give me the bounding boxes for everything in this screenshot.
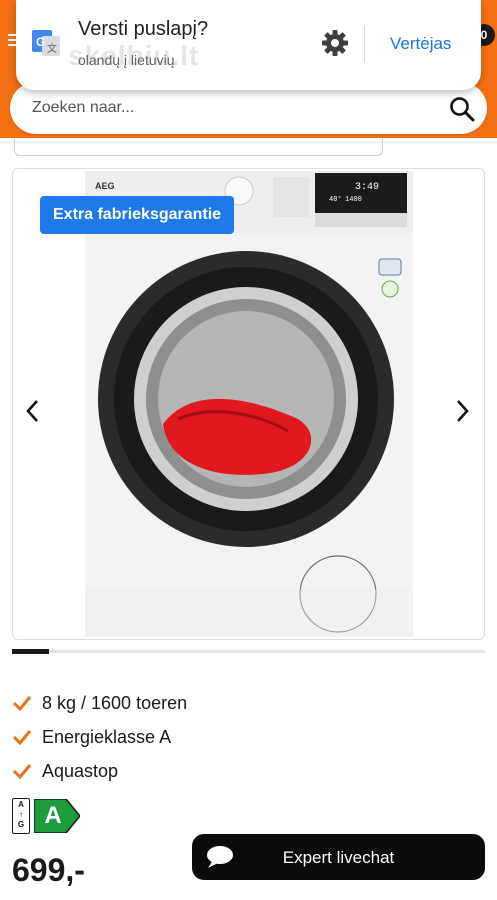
display-spin: 1400 xyxy=(345,196,362,204)
brand-logo: AEG xyxy=(95,181,115,191)
display-time: 3:49 xyxy=(355,182,379,193)
feature-text: 8 kg / 1600 toeren xyxy=(42,692,188,713)
translate-title: Versti puslapį? xyxy=(78,18,209,40)
search-icon[interactable] xyxy=(449,96,475,122)
feature-item: Aquastop xyxy=(12,754,187,788)
energy-label[interactable]: A ↑ G A xyxy=(12,798,82,834)
gear-icon[interactable] xyxy=(320,28,350,58)
warranty-badge: Extra fabrieksgarantie xyxy=(40,196,235,234)
carousel-indicator[interactable] xyxy=(12,649,49,654)
feature-item: Energieklasse A xyxy=(12,720,187,754)
product-price: 699,- xyxy=(12,852,85,888)
svg-text:G: G xyxy=(36,35,45,49)
display-temp: 40° xyxy=(329,195,342,204)
chevron-left-icon[interactable] xyxy=(23,397,43,425)
chevron-right-icon[interactable] xyxy=(452,397,472,425)
livechat-label: Expert livechat xyxy=(282,848,395,867)
feature-text: Aquastop xyxy=(42,760,119,781)
feature-text: Energieklasse A xyxy=(42,726,172,747)
carousel-track xyxy=(12,650,485,653)
search-input[interactable] xyxy=(32,96,432,120)
product-image-card: AEG 3:49 40° 1400 Extra fabrieksgarantie xyxy=(12,168,485,640)
google-translate-icon: G 文 xyxy=(32,30,60,56)
svg-text:文: 文 xyxy=(47,42,57,55)
feature-list: 8 kg / 1600 toeren Energieklasse A Aquas… xyxy=(12,686,187,788)
washing-machine-image[interactable]: AEG 3:49 40° 1400 xyxy=(83,169,415,639)
feature-item: 8 kg / 1600 toeren xyxy=(12,686,187,720)
check-icon xyxy=(12,730,32,745)
translator-button[interactable]: Vertėjas xyxy=(390,34,451,54)
sort-select[interactable] xyxy=(14,138,383,156)
check-icon xyxy=(12,764,32,779)
product-page: 0 G 文 skelbiu.lt Versti puslapį? olandų … xyxy=(0,0,497,900)
livechat-button[interactable]: Expert livechat xyxy=(192,834,485,880)
energy-scale-icon: A ↑ G xyxy=(12,798,30,834)
check-icon xyxy=(12,696,32,711)
translate-popup: G 文 skelbiu.lt Versti puslapį? olandų į … xyxy=(16,0,481,90)
translate-divider xyxy=(364,26,365,62)
translate-languages: olandų į lietuvių xyxy=(78,52,175,68)
energy-rating: A xyxy=(44,802,62,829)
